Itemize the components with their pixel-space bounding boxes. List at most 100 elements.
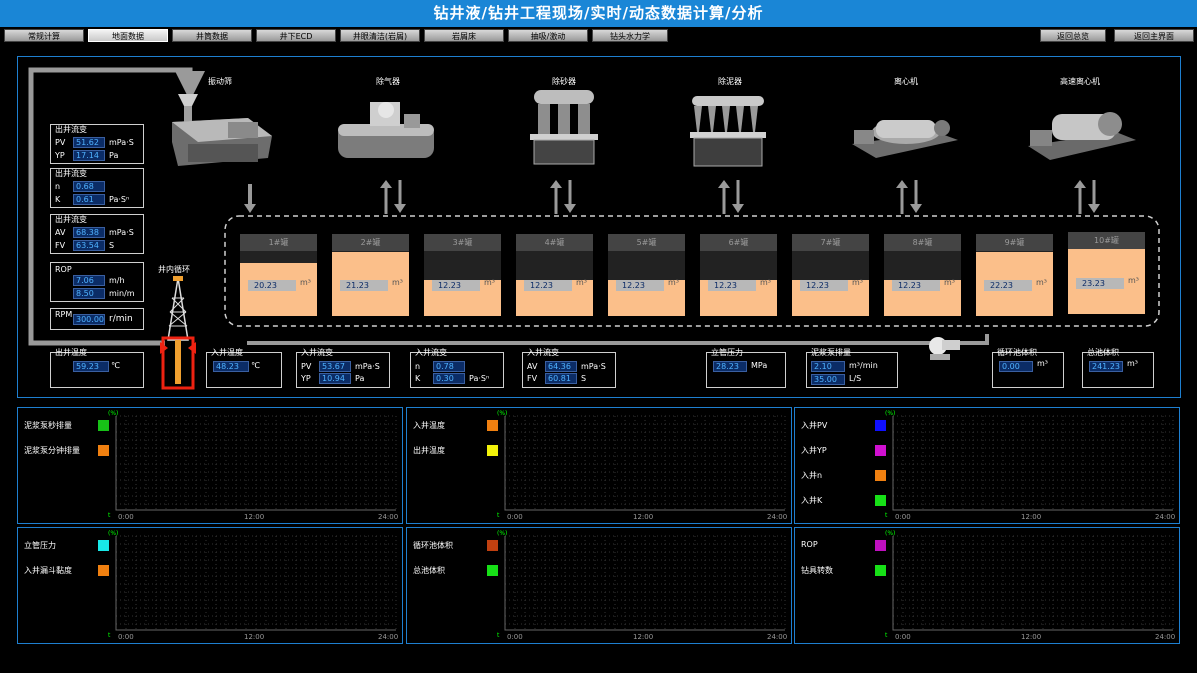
tank[interactable]: 7#罐 12.23 m³ (792, 234, 869, 316)
rpm-value: 300.00 (73, 314, 105, 325)
fv-label: FV (527, 374, 538, 383)
k-unit: Pa·Sⁿ (109, 195, 130, 204)
rop-unit-2: min/m (109, 289, 135, 298)
legend-swatch (98, 445, 109, 456)
x-tick-label: 0:00 (507, 513, 523, 521)
box-title: 入井流变 (415, 348, 447, 357)
x-axis-label: t (885, 512, 888, 519)
av-label: AV (55, 228, 66, 237)
total-vol-value: 241.23 (1089, 361, 1123, 372)
in-rheology-pv-yp: 入井流变 PV 53.67 mPa·S YP 10.94 Pa (296, 348, 390, 388)
tank[interactable]: 3#罐 12.23 m³ (424, 234, 501, 316)
equipment-label-degasser: 除气器 (376, 77, 400, 86)
desander-icon (530, 90, 598, 165)
yp-value: 10.94 (319, 373, 351, 384)
x-tick-label: 24:00 (1155, 513, 1176, 521)
legend-label: ROP (801, 540, 818, 549)
tab-hole-cleaning[interactable]: 井眼清洁(岩屑) (340, 29, 420, 42)
legend-swatch (98, 420, 109, 431)
trend-plot-area (115, 535, 397, 631)
tank[interactable]: 6#罐 12.23 m³ (700, 234, 777, 316)
tank-name: 7#罐 (792, 234, 869, 251)
tab-surface-data[interactable]: 地面数据 (88, 29, 168, 42)
standpipe-value: 28.23 (713, 361, 747, 372)
legend-swatch (487, 445, 498, 456)
legend-label: 入井温度 (413, 421, 445, 430)
pump-value-2: 35.00 (811, 374, 845, 385)
tank[interactable]: 9#罐 22.23 m³ (976, 234, 1053, 316)
standpipe-unit: MPa (751, 361, 768, 370)
in-temp-value: 48.23 (213, 361, 249, 372)
legend-swatch (875, 495, 886, 506)
derrick-icon (160, 276, 196, 390)
down-arrow-icon (244, 184, 256, 213)
tank[interactable]: 1#罐 20.23 m³ (240, 234, 317, 316)
tank-name: 6#罐 (700, 234, 777, 251)
trend-chart-panel: ROP 钻具转数 (%) t 0:00 12:00 24:00 (794, 527, 1180, 644)
tab-routine-calc[interactable]: 常规计算 (4, 29, 84, 42)
legend-label: 入井漏斗黏度 (24, 566, 72, 575)
app-title: 钻井液/钻井工程现场/实时/动态数据计算/分析 (0, 0, 1197, 27)
tank-volume-unit: m³ (852, 278, 863, 287)
tank-volume-value: 22.23 (984, 280, 1032, 291)
tank[interactable]: 8#罐 12.23 m³ (884, 234, 961, 316)
x-tick-label: 0:00 (118, 633, 134, 641)
n-value: 0.68 (73, 181, 105, 192)
up-down-arrows-icon (718, 180, 744, 214)
box-title: 入井流变 (527, 348, 559, 357)
pv-value: 51.62 (73, 137, 105, 148)
centrifuge-icon (852, 120, 958, 158)
k-value: 0.30 (433, 373, 465, 384)
rop-label: ROP (55, 265, 72, 274)
tank[interactable]: 10#罐 23.23 m³ (1068, 232, 1145, 314)
av-value: 64.36 (545, 361, 577, 372)
tank-volume-value: 12.23 (708, 280, 756, 291)
legend-label: 入井PV (801, 421, 828, 430)
tab-wellbore-data[interactable]: 井筒数据 (172, 29, 252, 42)
fv-value: 63.54 (73, 240, 105, 251)
tank[interactable]: 5#罐 12.23 m³ (608, 234, 685, 316)
legend-swatch (98, 540, 109, 551)
degasser-icon (338, 102, 434, 158)
tank-name: 5#罐 (608, 234, 685, 251)
mud-pump-icon (929, 337, 960, 360)
tab-cuttings-bed[interactable]: 岩屑床 (424, 29, 504, 42)
x-tick-label: 12:00 (1021, 513, 1042, 521)
x-axis-label: t (108, 632, 111, 639)
circ-vol-value: 0.00 (999, 361, 1033, 372)
tank-name: 4#罐 (516, 234, 593, 251)
rop-readout: ROP 7.06 m/h 8.50 min/m (50, 262, 144, 302)
n-label: n (55, 182, 61, 191)
yp-unit: Pa (109, 151, 119, 160)
tank-volume-value: 12.23 (432, 280, 480, 291)
tab-downhole-ecd[interactable]: 井下ECD (256, 29, 336, 42)
legend-label: 立管压力 (24, 541, 56, 550)
tank-volume-unit: m³ (1036, 278, 1047, 287)
tank-name: 8#罐 (884, 234, 961, 251)
x-axis-label: t (885, 632, 888, 639)
fv-label: FV (55, 241, 66, 250)
in-temp-unit: ℃ (251, 361, 260, 370)
tank-volume-value: 20.23 (248, 280, 296, 291)
trend-plot-area (892, 535, 1174, 631)
tank[interactable]: 4#罐 12.23 m³ (516, 234, 593, 316)
legend-swatch (875, 565, 886, 576)
box-title: 循环池体积 (997, 348, 1037, 357)
box-title: 出井温度 (55, 348, 87, 357)
total-vol-unit: m³ (1127, 359, 1138, 368)
x-tick-label: 0:00 (895, 633, 911, 641)
tank-volume-unit: m³ (484, 278, 495, 287)
x-axis-label: t (108, 512, 111, 519)
yp-label: YP (301, 374, 311, 383)
back-overview-button[interactable]: 返回总览 (1040, 29, 1106, 42)
rop-unit-1: m/h (109, 276, 125, 285)
x-tick-label: 24:00 (767, 513, 788, 521)
back-main-button[interactable]: 返回主界面 (1114, 29, 1194, 42)
tank[interactable]: 2#罐 21.23 m³ (332, 234, 409, 316)
legend-swatch (487, 420, 498, 431)
k-unit: Pa·Sⁿ (469, 374, 490, 383)
x-tick-label: 0:00 (507, 633, 523, 641)
legend-label: 泥浆泵分钟排量 (24, 446, 80, 455)
tab-swab-surge[interactable]: 抽吸/激动 (508, 29, 588, 42)
tab-bit-hydraulics[interactable]: 钻头水力学 (592, 29, 668, 42)
